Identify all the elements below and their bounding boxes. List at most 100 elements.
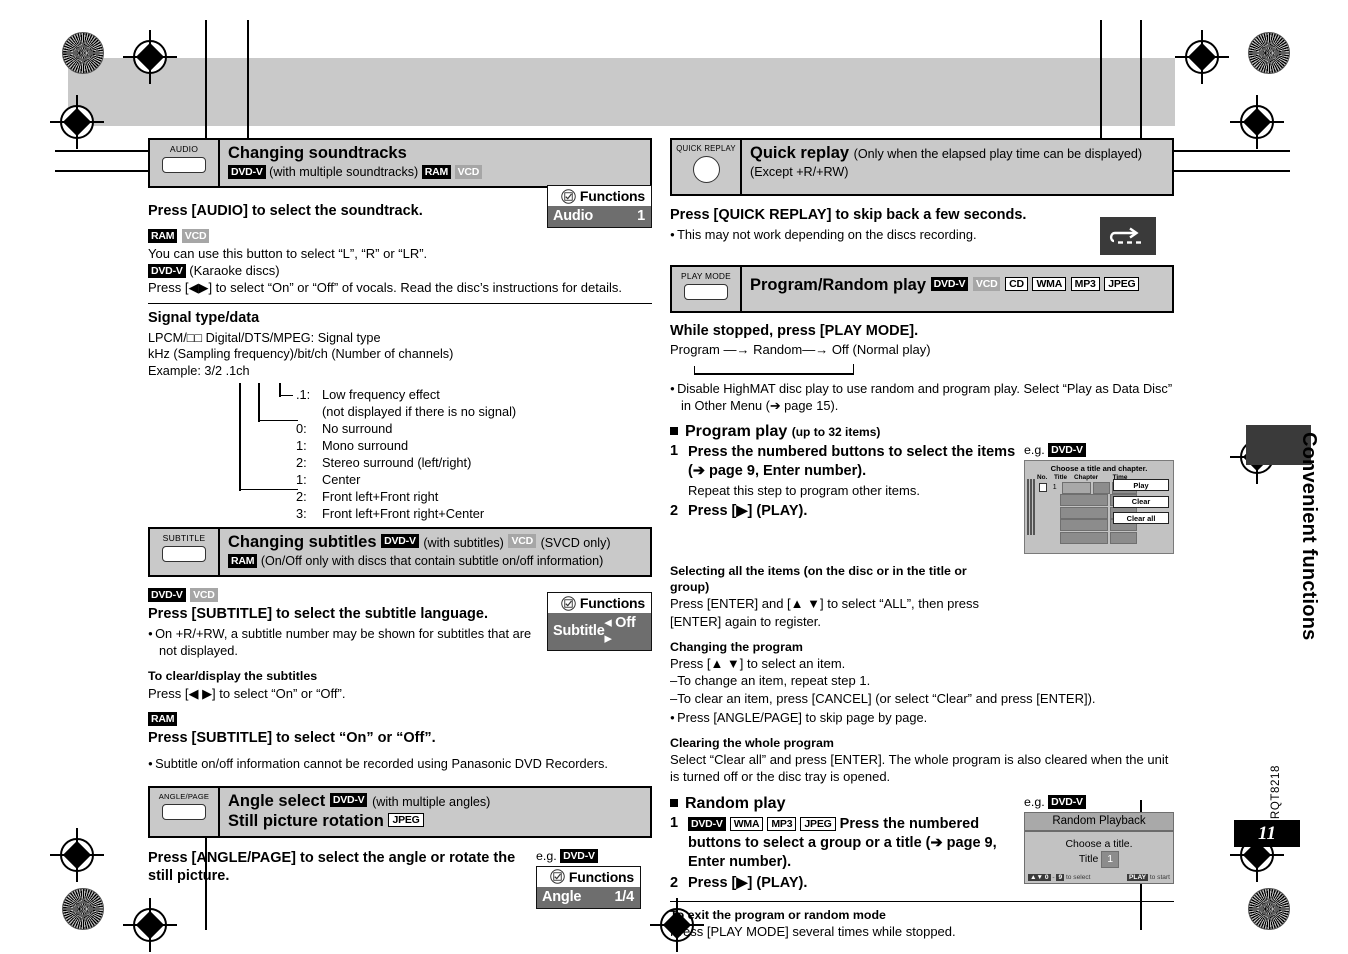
- mock-scroll-bars[interactable]: [1027, 479, 1036, 537]
- mock-clear-all-button[interactable]: Clear all: [1113, 512, 1169, 525]
- step-text: Press [▶] (PLAY).: [688, 503, 808, 520]
- badge-wma: WMA: [1032, 277, 1067, 291]
- crop-line: [247, 20, 249, 150]
- highmat-bullet: Disable HighMAT disc play to use random …: [670, 380, 1174, 414]
- random-play-heading-row: Random play: [670, 795, 1018, 813]
- signal-item: 0: No surround: [296, 421, 392, 438]
- badge-dvd-v: DVD-V: [1048, 443, 1086, 458]
- functions-widget-angle[interactable]: Functions Angle 1/4: [536, 865, 641, 909]
- functions-row-subtitle[interactable]: Subtitle ◀ Off ▶: [548, 613, 651, 651]
- quick-replay-icon-wrap: [1100, 217, 1156, 255]
- subtitle-button-label: SUBTITLE: [162, 532, 206, 543]
- remote-key-icon: [162, 804, 206, 821]
- program-play-heading-sub: (up to 32 items): [791, 425, 881, 440]
- badge-dvd-v: DVD-V: [148, 263, 186, 278]
- diagram-line: [258, 419, 298, 422]
- badge-mp3: MP3: [1070, 277, 1100, 291]
- remote-key-icon: [684, 284, 728, 300]
- eg-label: e.g.: [1024, 443, 1045, 458]
- mock-clear-button[interactable]: Clear: [1113, 495, 1169, 508]
- badge-dvd-v: DVD-V: [148, 588, 186, 603]
- functions-row-angle[interactable]: Angle 1/4: [537, 886, 640, 908]
- quick-replay-note-2: (Except +R/+RW): [750, 165, 849, 180]
- program-mock-wrap: e.g. DVD-V Choose a title and chapter. N…: [1024, 441, 1174, 555]
- mock-field-value[interactable]: 1: [1101, 851, 1120, 869]
- subtitles-text: DVD-V VCD Press [SUBTITLE] to select the…: [148, 586, 547, 659]
- quick-replay-button-key[interactable]: QUICK REPLAY: [672, 140, 742, 194]
- section-title: Changing soundtracks: [228, 144, 407, 162]
- subtitle-button-key[interactable]: SUBTITLE: [150, 528, 220, 576]
- key-nine: 9: [1056, 873, 1065, 881]
- badge-vcd: VCD: [190, 588, 218, 603]
- remote-key-icon: [162, 545, 206, 562]
- badge-cd: CD: [1005, 277, 1028, 291]
- quick-replay-bullet: This may not work depending on the discs…: [670, 226, 1100, 243]
- random-step-1: 1 DVD-V WMA MP3 JPEG Press the numbered …: [670, 815, 1018, 872]
- section-angle-select: ANGLE/PAGE Angle select DVD-V (with mult…: [148, 786, 652, 838]
- badge-vcd: VCD: [508, 533, 537, 548]
- angle-page-button-key[interactable]: ANGLE/PAGE: [150, 788, 220, 836]
- divider: [670, 901, 1174, 903]
- section-program-random-play: PLAY MODE Program/Random play DVD-V VCD …: [670, 265, 1174, 313]
- functions-check-icon: [561, 596, 576, 611]
- program-step-1-note: Repeat this step to program other items.: [688, 482, 920, 498]
- signal-key: 1:: [296, 437, 307, 453]
- functions-widget-subtitle-wrap: Functions Subtitle ◀ Off ▶: [547, 592, 652, 652]
- functions-item-name: Angle: [542, 888, 582, 905]
- functions-row-audio[interactable]: Audio 1: [548, 206, 651, 228]
- mock-footer-right-text: to start: [1149, 873, 1170, 881]
- functions-check-icon: [550, 869, 565, 885]
- registration-swirl: [62, 32, 104, 74]
- right-column: QUICK REPLAY Quick replay (Only when the…: [670, 138, 1174, 940]
- section-body: Changing subtitles DVD-V (with subtitles…: [220, 529, 650, 575]
- signal-key: 3:: [296, 505, 307, 521]
- audio-button-key[interactable]: AUDIO: [150, 140, 220, 187]
- clear-subtitles-text: Press [◀ ▶] to select “On” or “Off”.: [148, 685, 346, 701]
- functions-widget-subtitle[interactable]: Functions Subtitle ◀ Off ▶: [547, 592, 652, 652]
- functions-label: Functions: [579, 188, 645, 205]
- registration-target: [50, 828, 104, 882]
- signal-key: 2:: [296, 488, 307, 504]
- step-text: Press the numbered buttons to select the…: [688, 444, 1016, 479]
- left-arrow-icon[interactable]: ◀: [605, 618, 612, 628]
- signal-heading: Signal type/data: [148, 310, 260, 327]
- signal-item: (not displayed if there is no signal): [322, 404, 516, 421]
- program-play-heading-row: Program play (up to 32 items): [670, 423, 1174, 441]
- signal-key: .1:: [296, 386, 311, 402]
- signal-item: 2: Front left+Front right: [296, 489, 438, 506]
- subtitles-bullet-2: Subtitle on/off information cannot be re…: [148, 755, 652, 772]
- badge-dvd-v: DVD-V: [688, 816, 726, 831]
- functions-item-value: 1: [637, 208, 645, 225]
- angle-instruction: Press [ANGLE/PAGE] to select the angle o…: [148, 849, 516, 885]
- soundtracks-instruction: Press [AUDIO] to select the soundtrack.: [148, 203, 423, 220]
- registration-target: [50, 95, 104, 149]
- random-play-content: Random play 1 DVD-V WMA MP3 JPEG Press t…: [670, 794, 1174, 891]
- subtitles-instruction: Press [SUBTITLE] to select the subtitle …: [148, 606, 489, 623]
- badge-dvd-v: DVD-V: [1048, 794, 1086, 809]
- functions-item-value: ◀ Off ▶: [605, 615, 645, 647]
- section-body: Changing soundtracks DVD-V (with multipl…: [220, 140, 650, 186]
- soundtracks-content: Press [AUDIO] to select the soundtrack. …: [148, 185, 652, 279]
- diagram-line: [239, 488, 298, 491]
- badge-dvd-v: DVD-V: [930, 277, 969, 291]
- functions-widget-audio[interactable]: Functions Audio 1: [547, 185, 652, 229]
- select-all-text: Press [ENTER] and [▲ ▼] to select “ALL”,…: [670, 596, 979, 629]
- functions-item-value: 1/4: [614, 888, 634, 905]
- mock-play-button[interactable]: Play: [1113, 479, 1169, 492]
- soundtracks-text: Press [AUDIO] to select the soundtrack. …: [148, 197, 547, 279]
- badge-row-ram-vcd: RAM VCD: [148, 227, 539, 245]
- program-step-2: 2 Press [▶] (PLAY).: [670, 503, 1016, 519]
- mock-row-number: 1: [1052, 484, 1057, 492]
- step-number: 1: [670, 443, 679, 460]
- right-arrow-icon[interactable]: ▶: [605, 634, 612, 644]
- mock-row[interactable]: [1039, 531, 1137, 544]
- signal-type-block: Signal type/data LPCM/□□ Digital/DTS/MPE…: [148, 309, 652, 520]
- mock-checkbox-icon: [1039, 483, 1047, 493]
- mock-field-label: Title: [1078, 853, 1099, 866]
- square-bullet-icon: [670, 427, 678, 436]
- signal-text: No surround: [322, 420, 393, 436]
- registration-swirl: [1248, 32, 1290, 74]
- signal-item: .1: Low frequency effect: [296, 387, 440, 404]
- play-mode-button-label: PLAY MODE: [681, 271, 731, 281]
- play-mode-button-key[interactable]: PLAY MODE: [672, 267, 742, 311]
